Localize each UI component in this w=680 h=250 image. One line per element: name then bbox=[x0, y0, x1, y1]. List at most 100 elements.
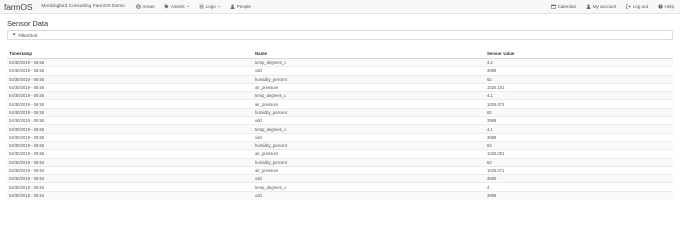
column-header-timestamp[interactable]: Timestamp bbox=[7, 49, 253, 59]
column-header-sensor-value[interactable]: Sensor value bbox=[485, 49, 673, 59]
cell-sensor-value: 3599 bbox=[485, 190, 673, 200]
cell-sensor-value: 62 bbox=[485, 140, 673, 150]
cell-name: vdd bbox=[253, 66, 485, 76]
cell-sensor-value: 4.2 bbox=[485, 57, 673, 67]
cell-timestamp: 04/30/2019 - 06:55 bbox=[7, 124, 253, 134]
user-icon bbox=[230, 4, 235, 9]
cell-timestamp: 04/30/2019 - 06:56 bbox=[7, 74, 253, 84]
cell-sensor-value: 4 bbox=[485, 182, 673, 192]
cell-sensor-value: 3599 bbox=[485, 116, 673, 125]
cell-timestamp: 04/30/2019 - 06:54 bbox=[7, 190, 253, 200]
nav-areas-label: Areas bbox=[142, 4, 155, 9]
cell-name: vdd bbox=[253, 174, 485, 183]
table-row: 04/30/2019 - 06:56 temp_degrees_c 4.2 bbox=[7, 57, 673, 67]
nav-account-label: My account bbox=[592, 4, 617, 9]
nav-account[interactable]: My account bbox=[586, 4, 616, 9]
cell-name: air_pressure bbox=[253, 99, 485, 109]
nav-areas[interactable]: Areas bbox=[136, 4, 155, 9]
cell-sensor-value: 1025.001 bbox=[485, 149, 673, 159]
cell-timestamp: 04/30/2019 - 06:55 bbox=[7, 107, 253, 117]
cell-name: air_pressure bbox=[253, 165, 485, 175]
nav-assets[interactable]: Assets bbox=[164, 4, 190, 9]
cell-name: humidity_percent bbox=[253, 140, 485, 150]
table-row: 04/30/2019 - 06:56 humidity_percent 62 bbox=[7, 74, 673, 84]
nav-calendar-label: Calendar bbox=[557, 4, 577, 9]
nav-people[interactable]: People bbox=[230, 4, 251, 9]
page-title: Sensor Data bbox=[7, 19, 49, 28]
cell-timestamp: 04/30/2019 - 06:55 bbox=[7, 149, 253, 159]
cell-sensor-value: 1025.071 bbox=[485, 165, 673, 175]
logout-icon bbox=[626, 4, 632, 9]
nav-logs-label: Logs bbox=[205, 4, 216, 9]
cell-sensor-value: 3599 bbox=[485, 132, 673, 142]
nav-help-label: Help bbox=[664, 4, 674, 9]
column-header-name[interactable]: Name bbox=[253, 49, 485, 59]
svg-text:?: ? bbox=[660, 5, 662, 9]
chevron-down-icon bbox=[12, 32, 16, 37]
cell-timestamp: 04/30/2019 - 06:55 bbox=[7, 140, 253, 150]
globe-icon bbox=[136, 4, 141, 9]
cell-timestamp: 04/30/2019 - 06:55 bbox=[7, 132, 253, 142]
user-menu: Calendar My account Log out? Help bbox=[551, 4, 674, 9]
table-row: 04/30/2019 - 06:54 air_pressure 1025.071 bbox=[7, 165, 673, 175]
table-row: 04/30/2019 - 06:55 temp_degrees_c 4.1 bbox=[7, 91, 673, 100]
cell-timestamp: 04/30/2019 - 06:56 bbox=[7, 57, 253, 67]
cell-timestamp: 04/30/2019 - 06:54 bbox=[7, 165, 253, 175]
cell-name: temp_degrees_c bbox=[253, 91, 485, 100]
cell-name: humidity_percent bbox=[253, 157, 485, 167]
cell-sensor-value: 4.1 bbox=[485, 124, 673, 134]
sensor-data-table: Timestamp Name Sensor value 04/30/2019 -… bbox=[7, 49, 673, 200]
cell-sensor-value: 1025.074 bbox=[485, 99, 673, 109]
nav-people-label: People bbox=[236, 4, 251, 9]
nav-help[interactable]: ? Help bbox=[658, 4, 674, 9]
nav-logout[interactable]: Log out bbox=[626, 4, 648, 9]
cell-name: vdd bbox=[253, 132, 485, 142]
main-menu: Areas Assets Logs People bbox=[136, 4, 251, 9]
cell-timestamp: 04/30/2019 - 06:54 bbox=[7, 182, 253, 192]
help-icon: ? bbox=[658, 4, 663, 9]
table-header-row: Timestamp Name Sensor value bbox=[7, 49, 673, 59]
cell-sensor-value: 62 bbox=[485, 157, 673, 167]
brand-logo[interactable]: farmOS bbox=[4, 0, 33, 14]
table-row: 04/30/2019 - 06:55 vdd 3599 bbox=[7, 116, 673, 125]
cell-name: temp_degrees_c bbox=[253, 57, 485, 67]
cell-timestamp: 04/30/2019 - 06:54 bbox=[7, 174, 253, 183]
cell-timestamp: 04/30/2019 - 06:54 bbox=[7, 157, 253, 167]
cell-timestamp: 04/30/2019 - 06:55 bbox=[7, 99, 253, 109]
nav-logs[interactable]: Logs bbox=[199, 4, 221, 9]
table-row: 04/30/2019 - 06:55 air_pressure 1025.074 bbox=[7, 99, 673, 109]
caret-down-icon bbox=[187, 6, 190, 7]
nav-calendar[interactable]: Calendar bbox=[551, 4, 576, 9]
cell-sensor-value: 3599 bbox=[485, 174, 673, 183]
site-name[interactable]: Mockingbird Consulting FarmOS Demo bbox=[41, 4, 124, 9]
table-row: 04/30/2019 - 06:54 vdd 3599 bbox=[7, 174, 673, 183]
filter-sort-toggle[interactable]: Filter/Sort bbox=[7, 30, 673, 40]
user-icon bbox=[586, 4, 591, 9]
nav-assets-label: Assets bbox=[170, 4, 185, 9]
cell-name: temp_degrees_c bbox=[253, 182, 485, 192]
nav-logout-label: Log out bbox=[632, 4, 649, 9]
cell-name: temp_degrees_c bbox=[253, 124, 485, 134]
caret-down-icon bbox=[218, 6, 221, 7]
cell-sensor-value: 62 bbox=[485, 107, 673, 117]
top-navbar: farmOS Mockingbird Consulting FarmOS Dem… bbox=[0, 0, 680, 14]
cell-name: humidity_percent bbox=[253, 74, 485, 84]
list-icon bbox=[199, 4, 204, 9]
table-row: 04/30/2019 - 06:55 air_pressure 1025.001 bbox=[7, 149, 673, 159]
calendar-icon bbox=[551, 4, 556, 9]
cell-timestamp: 04/30/2019 - 06:56 bbox=[7, 66, 253, 76]
cell-timestamp: 04/30/2019 - 06:55 bbox=[7, 116, 253, 125]
tag-icon bbox=[164, 4, 169, 9]
cell-name: air_pressure bbox=[253, 82, 485, 92]
cell-timestamp: 04/30/2019 - 06:56 bbox=[7, 82, 253, 92]
cell-sensor-value: 4.1 bbox=[485, 91, 673, 100]
cell-timestamp: 04/30/2019 - 06:55 bbox=[7, 91, 253, 100]
table-row: 04/30/2019 - 06:55 humidity_percent 62 bbox=[7, 140, 673, 150]
cell-name: humidity_percent bbox=[253, 107, 485, 117]
table-row: 04/30/2019 - 06:54 temp_degrees_c 4 bbox=[7, 182, 673, 192]
cell-sensor-value: 3599 bbox=[485, 66, 673, 76]
table-row: 04/30/2019 - 06:55 vdd 3599 bbox=[7, 132, 673, 142]
cell-name: vdd bbox=[253, 190, 485, 200]
cell-sensor-value: 62 bbox=[485, 74, 673, 84]
cell-sensor-value: 1025.151 bbox=[485, 82, 673, 92]
